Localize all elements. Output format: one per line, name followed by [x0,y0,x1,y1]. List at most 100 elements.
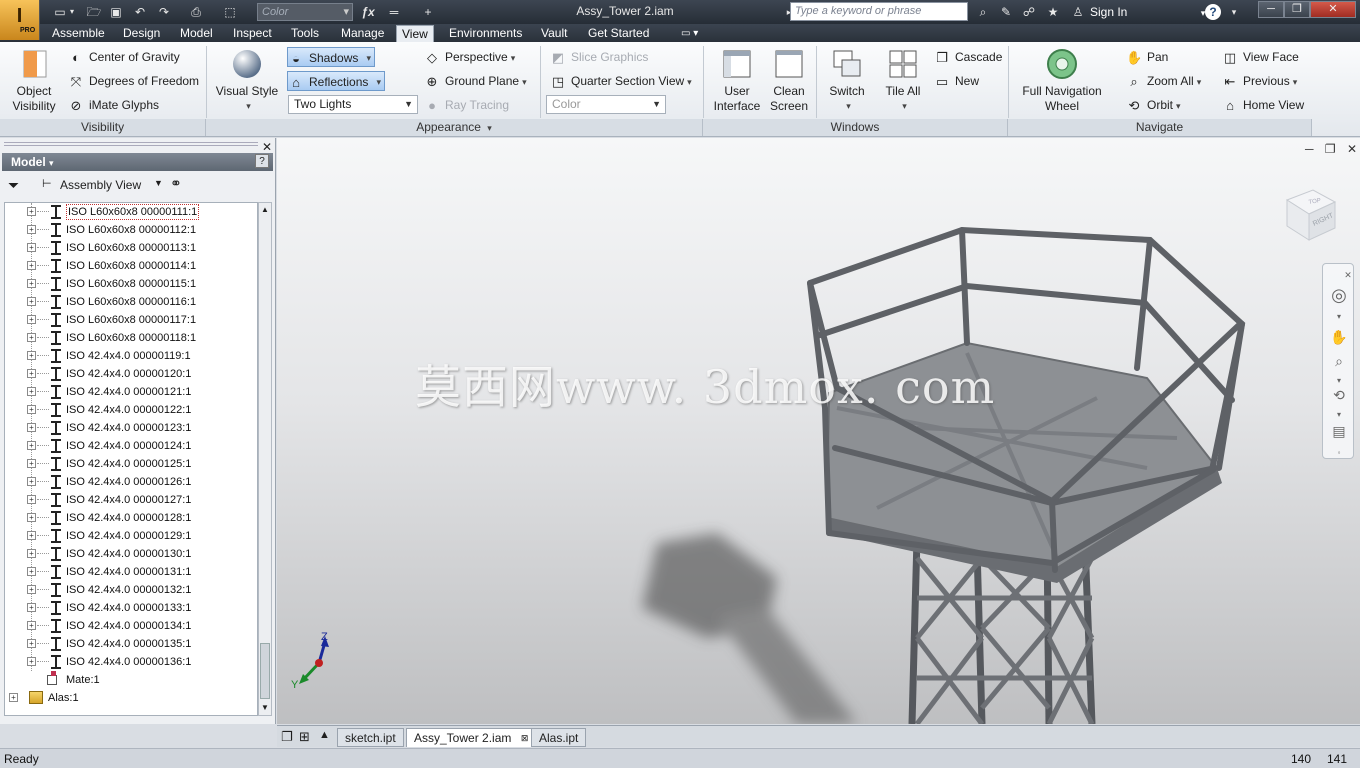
chevron-down-icon[interactable]: ▾ [1226,4,1242,20]
browser-close-icon[interactable]: ✕ [262,140,272,154]
pan-hand-icon[interactable]: ✋ [1330,328,1348,346]
full-navigation-wheel-button[interactable]: Full Navigation Wheel [1016,48,1108,114]
user-interface-button[interactable]: User Interface [710,48,764,114]
color-override-select[interactable]: Color ▾ [257,3,353,21]
tree-item[interactable]: + ISO 42.4x4.0 00000121:1 [5,383,255,401]
help-search-input[interactable]: Type a keyword or phrase [790,2,968,21]
help-icon[interactable]: ? [1205,4,1221,20]
tree-item[interactable]: + ISO 42.4x4.0 00000133:1 [5,599,255,617]
chevron-down-icon[interactable]: ▾ [376,72,381,92]
customize-icon[interactable]: ◦ [1330,444,1348,457]
tree-item[interactable]: + ISO 42.4x4.0 00000120:1 [5,365,255,383]
tree-item[interactable]: + ISO L60x60x8 00000115:1 [5,275,255,293]
expand-plus-icon[interactable]: + [27,549,36,558]
expand-plus-icon[interactable]: + [27,459,36,468]
expand-plus-icon[interactable]: + [9,693,18,702]
view-face-button[interactable]: ◫ View Face [1222,47,1299,67]
expand-plus-icon[interactable]: + [27,441,36,450]
viewport-close-icon[interactable]: ✕ [1347,142,1357,156]
expand-plus-icon[interactable]: + [27,243,36,252]
expand-plus-icon[interactable]: + [27,477,36,486]
tree-item[interactable]: + ISO L60x60x8 00000118:1 [5,329,255,347]
lighting-style-select[interactable]: Two Lights ▼ [288,95,418,114]
undo-icon[interactable]: ↶ [132,4,148,20]
reflections-toggle[interactable]: ⌂ Reflections ▾ [287,71,385,91]
tree-item[interactable]: + ISO L60x60x8 00000117:1 [5,311,255,329]
tree-item[interactable]: + ISO 42.4x4.0 00000119:1 [5,347,255,365]
viewport-minimize-icon[interactable]: ─ [1305,142,1314,156]
minimize-button[interactable]: ─ [1258,1,1284,18]
expand-plus-icon[interactable]: + [27,279,36,288]
graphics-viewport[interactable]: 莫西网www. 3dmox. com Z Y ─ ❐ ✕ TOP RIGHT ✕… [277,138,1360,724]
tab-assemble[interactable]: Assemble [47,25,110,42]
scrollbar-thumb[interactable] [260,643,270,699]
tab-model[interactable]: Model [175,25,218,42]
tree-item[interactable]: + ISO 42.4x4.0 00000132:1 [5,581,255,599]
pan-button[interactable]: ✋ Pan [1126,47,1168,67]
communication-center-icon[interactable]: ☍ [1021,4,1037,20]
expand-plus-icon[interactable]: + [27,369,36,378]
subscription-icon[interactable]: ✎ [998,4,1014,20]
chevron-down-icon[interactable]: ▾ [366,48,371,68]
open-folder-icon[interactable]: 🗁 [86,4,102,20]
orbit-button[interactable]: ⟲ Orbit ▾ [1126,95,1181,115]
model-browser-header[interactable]: Model ▾ [2,153,273,171]
expand-plus-icon[interactable]: + [27,513,36,522]
tree-item[interactable]: + ISO 42.4x4.0 00000128:1 [5,509,255,527]
viewcube[interactable]: TOP RIGHT [1279,182,1341,244]
tree-item[interactable]: + ISO L60x60x8 00000114:1 [5,257,255,275]
assembly-view-select[interactable]: Assembly View [60,178,141,192]
tree-item[interactable]: + ISO 42.4x4.0 00000129:1 [5,527,255,545]
close-tab-icon[interactable]: ⊠ [521,729,529,747]
scroll-down-arrow-icon[interactable]: ▼ [261,703,269,712]
expand-plus-icon[interactable]: + [27,297,36,306]
home-view-button[interactable]: ⌂ Home View [1222,95,1304,115]
tab-inspect[interactable]: Inspect [228,25,277,42]
tree-item[interactable]: + ISO L60x60x8 00000111:1 [5,203,255,221]
expand-plus-icon[interactable]: + [27,531,36,540]
tree-item-mate[interactable]: Mate:1 [5,671,255,689]
tab-view[interactable]: View [396,25,434,42]
clean-screen-button[interactable]: Clean Screen [766,48,812,114]
binoculars-icon[interactable]: ⌕ [975,4,991,20]
expand-plus-icon[interactable]: + [27,585,36,594]
tree-item[interactable]: + ISO L60x60x8 00000112:1 [5,221,255,239]
tab-get-started[interactable]: Get Started [583,25,654,42]
tree-item-alas[interactable]: + Alas:1 [5,689,255,707]
doc-tab-assy-tower[interactable]: Assy_Tower 2.iam ⊠ [406,728,535,747]
expand-plus-icon[interactable]: + [27,423,36,432]
appearance-panel-label[interactable]: Appearance ▾ [206,119,703,136]
redo-icon[interactable]: ↷ [156,4,172,20]
perspective-button[interactable]: ◇ Perspective ▾ [424,47,515,67]
tab-tools[interactable]: Tools [286,25,324,42]
close-button[interactable]: ✕ [1310,1,1356,18]
chevron-down-icon[interactable]: ▾ [1330,372,1348,385]
expand-plus-icon[interactable]: + [27,621,36,630]
cascade-button[interactable]: ❐ Cascade [934,47,1002,67]
expand-plus-icon[interactable]: + [27,387,36,396]
sign-in-link[interactable]: Sign In ▾ [1090,5,1205,19]
doc-tab-alas[interactable]: Alas.ipt [531,728,587,747]
tree-scrollbar[interactable]: ▲ ▼ [258,202,272,716]
expand-plus-icon[interactable]: + [27,333,36,342]
expand-plus-icon[interactable]: + [27,657,36,666]
shadows-toggle[interactable]: ◒ Shadows ▾ [287,47,375,67]
browser-help-icon[interactable]: ? [255,154,269,168]
switch-button[interactable]: Switch ▾ [824,48,870,114]
filter-icon[interactable]: ⏷ [8,177,19,194]
expand-plus-icon[interactable]: + [27,495,36,504]
previous-view-button[interactable]: ⇤ Previous ▾ [1222,71,1298,91]
steering-wheel-icon[interactable]: ◎ [1330,286,1348,304]
navbar-close-icon[interactable]: ✕ [1343,266,1353,284]
new-window-button[interactable]: ▭ New [934,71,979,91]
ribbon-options-icon[interactable]: ▭ ▾ [676,25,703,42]
chevron-down-icon[interactable]: ▼ [154,178,163,188]
fx-parameters-icon[interactable]: ƒx [360,4,376,20]
expand-plus-icon[interactable]: + [27,603,36,612]
tab-environments[interactable]: Environments [444,25,527,42]
chevron-down-icon[interactable]: ▾ [1330,308,1348,321]
tile-all-button[interactable]: Tile All ▾ [880,48,926,114]
ground-plane-button[interactable]: ⊕ Ground Plane ▾ [424,71,527,91]
chevron-down-icon[interactable]: ▾ [1330,406,1348,419]
scroll-up-arrow-icon[interactable]: ▲ [261,205,269,214]
